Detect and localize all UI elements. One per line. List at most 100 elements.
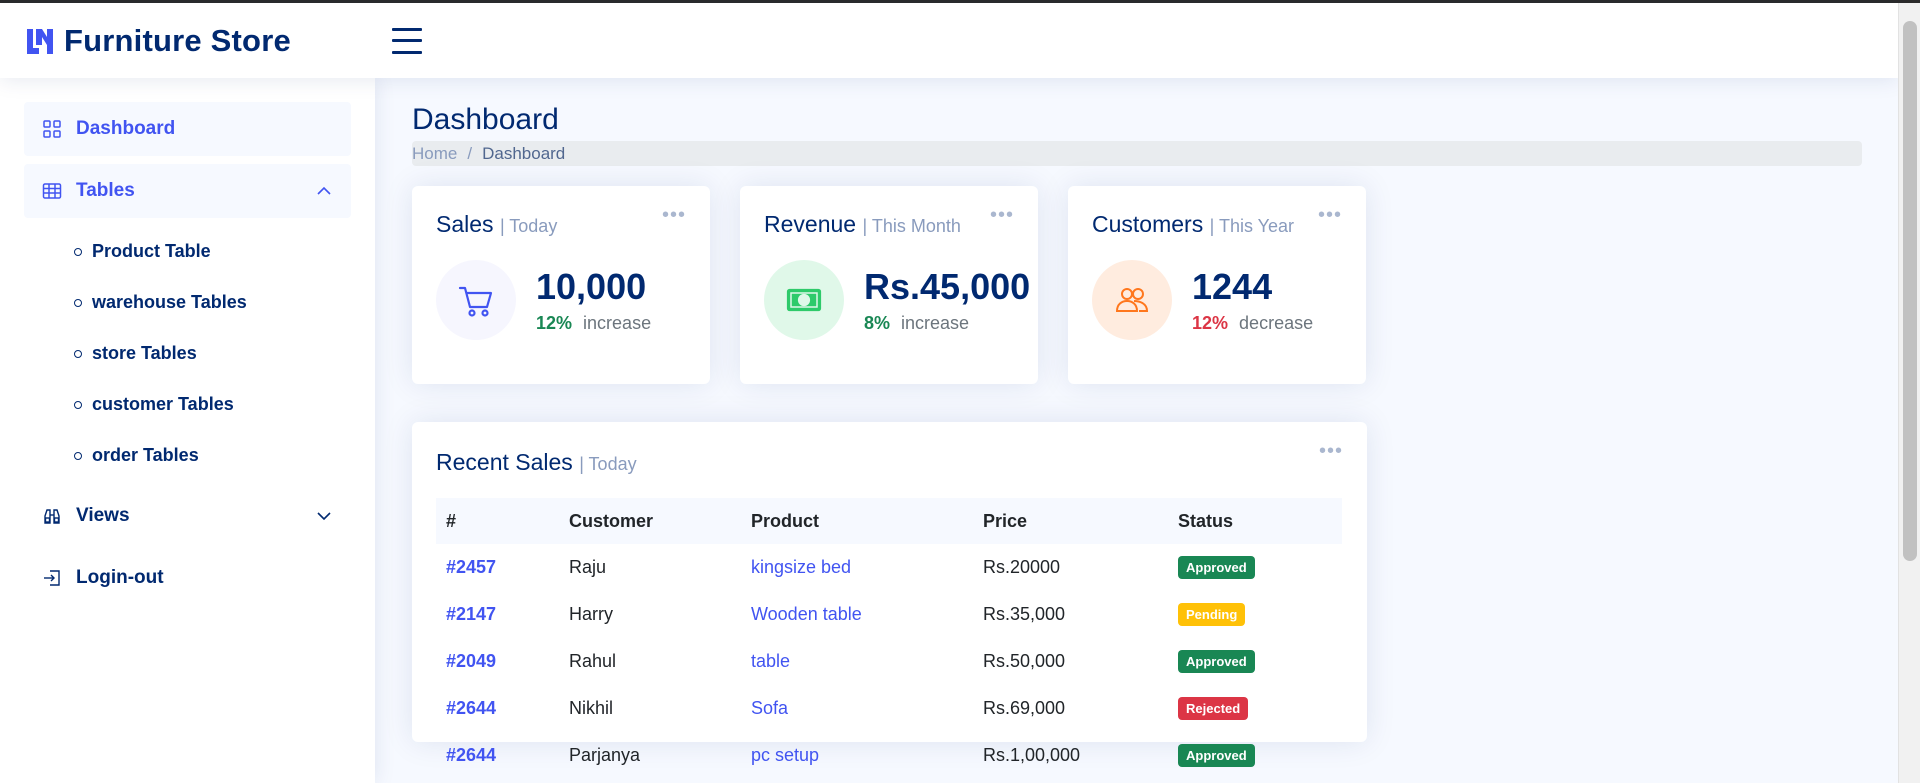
subitem-label: customer Tables	[92, 394, 234, 414]
three-dots-icon[interactable]: •••	[662, 204, 686, 227]
circle-icon	[74, 247, 82, 256]
sidebar-item-label: Views	[76, 505, 130, 526]
metric-change: 12% decrease	[1192, 313, 1313, 334]
price-cell: Rs.1,00,000	[983, 745, 1081, 765]
metric-label: increase	[901, 312, 970, 333]
order-id-link[interactable]: #2457	[446, 557, 496, 577]
logo[interactable]: Furniture Store	[24, 23, 392, 59]
tables-subnav: Product Table warehouse Tables store Tab…	[24, 226, 351, 481]
circle-icon	[74, 400, 82, 409]
three-dots-icon[interactable]: •••	[990, 204, 1014, 227]
metric-label: decrease	[1239, 312, 1314, 333]
table-row: #2644 Parjanya pc setup Rs.1,00,000 Appr…	[436, 732, 1342, 779]
card-period: | This Year	[1209, 216, 1294, 236]
price-cell: Rs.50,000	[983, 651, 1066, 671]
status-badge: Rejected	[1178, 697, 1249, 720]
top-header: Furniture Store	[0, 3, 1898, 78]
sidebar-subitem-store-tables[interactable]: store Tables	[74, 328, 351, 379]
price-cell: Rs.35,000	[983, 604, 1066, 624]
product-link[interactable]: pc setup	[751, 745, 819, 765]
card-title-text: Revenue	[764, 211, 857, 237]
recent-sales-card: ••• Recent Sales | Today # Customer Prod…	[412, 422, 1367, 767]
table-icon	[42, 181, 62, 201]
circle-icon	[74, 349, 82, 358]
sidebar-subitem-warehouse-tables[interactable]: warehouse Tables	[74, 277, 351, 328]
card-period: | Today	[579, 454, 637, 474]
page-title: Dashboard	[412, 103, 559, 136]
order-id-link[interactable]: #2147	[446, 604, 496, 624]
customer-cell: Nikhil	[569, 698, 614, 718]
revenue-card: ••• Revenue | This Month Rs.45,000 8% in…	[740, 186, 1038, 384]
column-header[interactable]: Product	[741, 498, 973, 544]
card-title-text: Recent Sales	[436, 449, 573, 475]
product-link[interactable]: Wooden table	[751, 604, 862, 624]
table-header-row: # Customer Product Price Status	[436, 498, 1342, 544]
subitem-label: order Tables	[92, 445, 199, 465]
price-cell: Rs.69,000	[983, 698, 1066, 718]
card-title-text: Sales	[436, 211, 494, 237]
order-id-link[interactable]: #2644	[446, 698, 496, 718]
metric-percent: 8%	[864, 312, 891, 333]
metric-label: increase	[583, 312, 652, 333]
logo-text: Furniture Store	[64, 22, 291, 58]
recent-sales-table: # Customer Product Price Status #2457 Ra…	[436, 498, 1342, 779]
metric-percent: 12%	[1192, 312, 1229, 333]
table-row: #2049 Rahul table Rs.50,000 Approved	[436, 638, 1342, 685]
card-title: Sales | Today	[436, 211, 686, 238]
subitem-label: Product Table	[92, 241, 211, 261]
scrollbar-thumb[interactable]	[1903, 21, 1917, 561]
breadcrumb: Home / Dashboard	[412, 141, 1862, 166]
circle-icon	[74, 298, 82, 307]
customers-card: ••• Customers | This Year 1244 12% decre…	[1068, 186, 1366, 384]
status-badge: Pending	[1178, 603, 1246, 626]
table-row: #2147 Harry Wooden table Rs.35,000 Pendi…	[436, 591, 1342, 638]
card-title: Revenue | This Month	[764, 211, 1014, 238]
column-header[interactable]: Customer	[559, 498, 741, 544]
hamburger-icon[interactable]	[392, 27, 422, 54]
three-dots-icon[interactable]: •••	[1318, 204, 1342, 227]
sidebar-item-dashboard[interactable]: Dashboard	[24, 102, 351, 156]
column-header[interactable]: Price	[973, 498, 1168, 544]
vertical-scrollbar[interactable]	[1898, 3, 1920, 783]
metric: Rs.45,000 8% increase	[864, 266, 1030, 334]
customer-cell: Parjanya	[569, 745, 641, 765]
sidebar-item-label: Login-out	[76, 567, 164, 588]
product-link[interactable]: table	[751, 651, 790, 671]
grid-icon	[42, 119, 62, 139]
status-badge: Approved	[1178, 650, 1255, 673]
three-dots-icon[interactable]: •••	[1319, 440, 1343, 463]
main-content: Dashboard Home / Dashboard ••• Sales | T…	[412, 78, 1862, 767]
order-id-link[interactable]: #2644	[446, 745, 496, 765]
sidebar: Dashboard Tables Product Table warehouse…	[0, 78, 375, 783]
breadcrumb-separator: /	[467, 143, 473, 163]
sidebar-subitem-product-table[interactable]: Product Table	[74, 226, 351, 277]
product-link[interactable]: Sofa	[751, 698, 788, 718]
sidebar-subitem-customer-tables[interactable]: customer Tables	[74, 379, 351, 430]
card-period: | Today	[499, 216, 558, 236]
cash-icon	[764, 260, 844, 340]
breadcrumb-home[interactable]: Home	[412, 144, 457, 164]
card-title: Customers | This Year	[1092, 211, 1342, 238]
metric-value: 10,000	[536, 265, 647, 307]
sidebar-subitem-order-tables[interactable]: order Tables	[74, 430, 351, 481]
table-row: #2644 Nikhil Sofa Rs.69,000 Rejected	[436, 685, 1342, 732]
card-title: Recent Sales | Today	[436, 449, 1343, 476]
sidebar-item-views[interactable]: Views	[24, 489, 351, 543]
column-header[interactable]: #	[436, 498, 559, 544]
product-link[interactable]: kingsize bed	[751, 557, 851, 577]
box-arrow-in-right-icon	[42, 568, 62, 588]
sidebar-item-logout[interactable]: Login-out	[24, 551, 351, 605]
chevron-down-icon	[315, 507, 333, 525]
subitem-label: warehouse Tables	[92, 292, 247, 312]
cart-icon	[436, 260, 516, 340]
status-badge: Approved	[1178, 556, 1255, 579]
column-header[interactable]: Status	[1168, 498, 1342, 544]
price-cell: Rs.20000	[983, 557, 1061, 577]
card-body: Rs.45,000 8% increase	[764, 260, 1030, 340]
card-body: 1244 12% decrease	[1092, 260, 1342, 340]
sales-card: ••• Sales | Today 10,000 12% increase	[412, 186, 710, 384]
sidebar-item-label: Tables	[76, 180, 135, 201]
order-id-link[interactable]: #2049	[446, 651, 496, 671]
metric-change: 12% increase	[536, 313, 651, 334]
sidebar-item-tables[interactable]: Tables	[24, 164, 351, 218]
